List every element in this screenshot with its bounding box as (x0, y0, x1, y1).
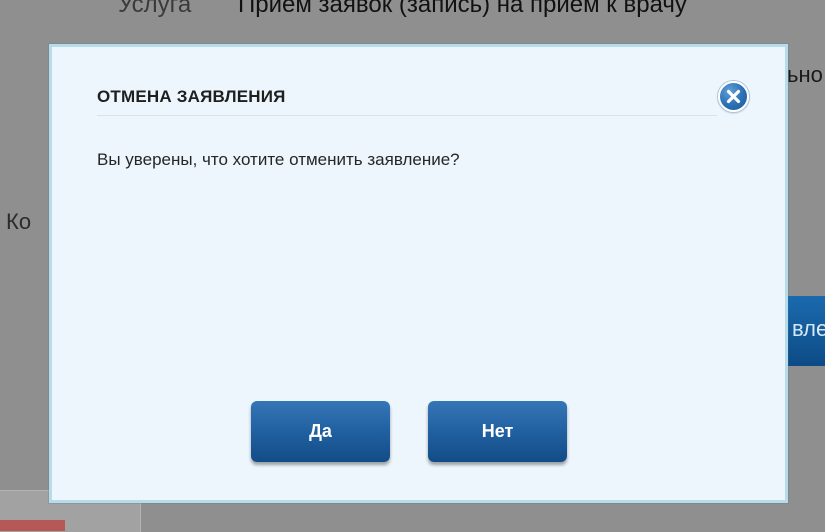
dialog-title-divider (97, 115, 717, 116)
background-bottom-strip (0, 520, 65, 531)
no-button[interactable]: Нет (428, 401, 567, 462)
background-text-fragment-left: Ко (6, 209, 32, 234)
dialog-title: ОТМЕНА ЗАЯВЛЕНИЯ (97, 87, 286, 106)
close-icon[interactable] (718, 81, 749, 112)
service-value: Прием заявок (запись) на прием к врачу (238, 0, 687, 18)
background-text-fragment-right: ьно (787, 62, 823, 87)
close-icon-glyph (726, 89, 741, 104)
background-action-button-label: вле (792, 316, 825, 341)
dialog-message: Вы уверены, что хотите отменить заявлени… (97, 150, 460, 169)
yes-button[interactable]: Да (251, 401, 390, 462)
cancel-application-dialog: ОТМЕНА ЗАЯВЛЕНИЯ Вы уверены, что хотите … (49, 44, 788, 503)
service-label: Услуга (118, 0, 192, 18)
